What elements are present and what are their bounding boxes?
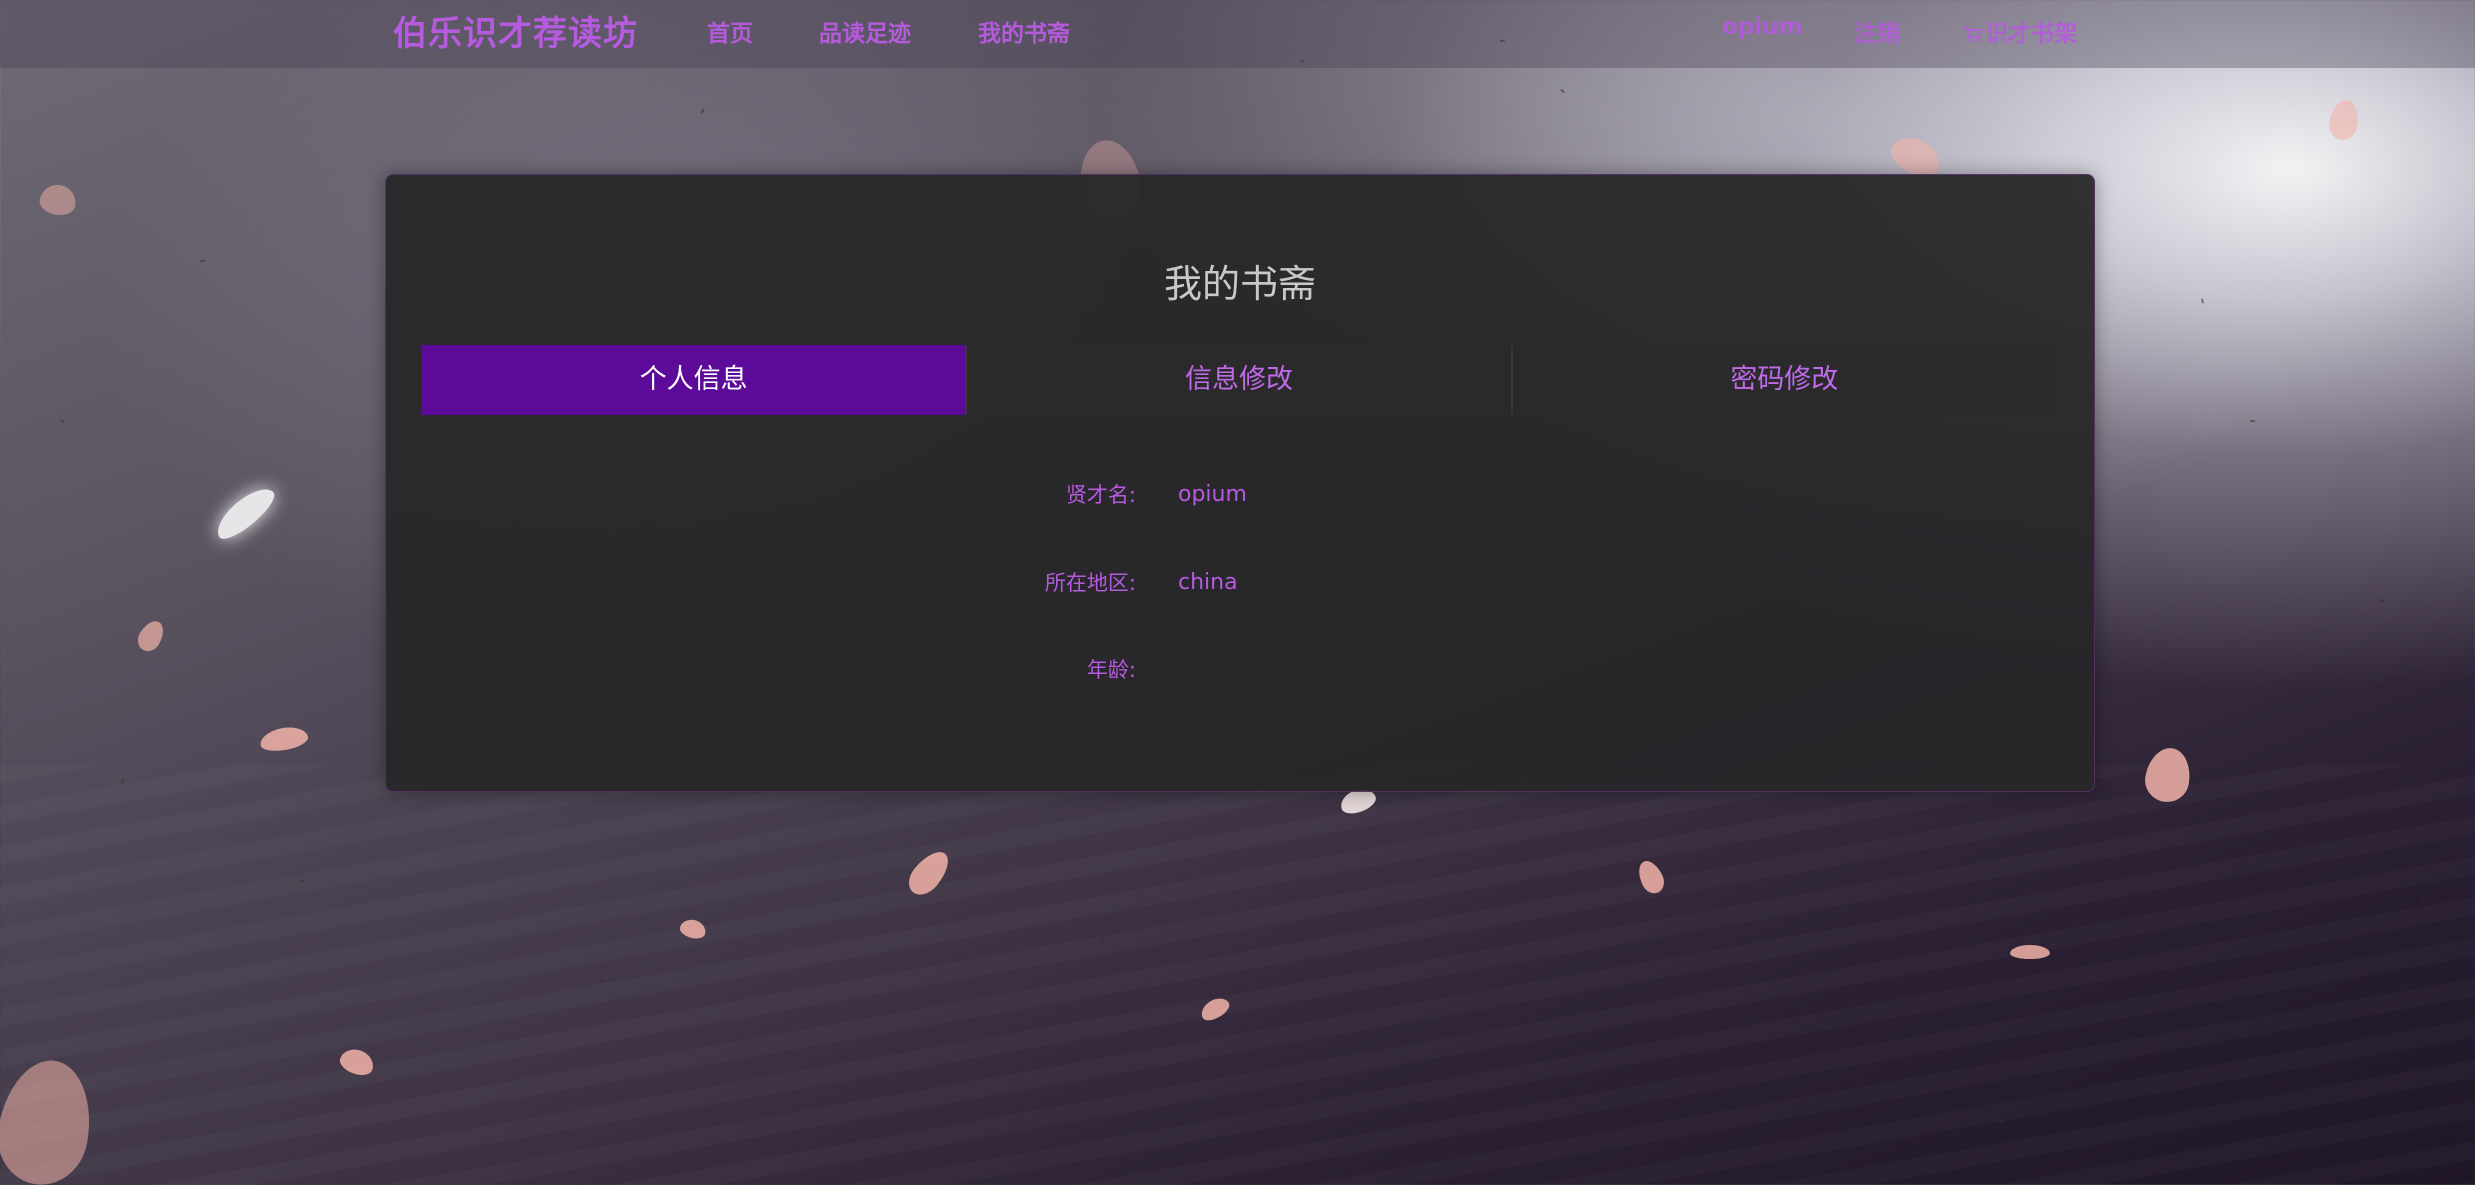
speck-decoration (599, 979, 606, 983)
tab-personal-info[interactable]: 个人信息 (422, 345, 968, 415)
my-study-panel: 我的书斋 个人信息 信息修改 密码修改 贤才名: opium 所在地区: chi… (385, 174, 2095, 792)
field-label-name: 贤才名: (1065, 483, 1136, 507)
field-row-region: 所在地区: china (386, 563, 2094, 603)
speck-decoration (59, 418, 66, 424)
page-title: 我的书斋 (1163, 262, 1316, 306)
petal-decoration (336, 1044, 378, 1080)
speck-decoration (300, 880, 305, 882)
field-value-name: opium (1178, 482, 1247, 507)
speck-decoration (2000, 1120, 2005, 1122)
speck-decoration (700, 108, 705, 114)
petal-decoration (902, 844, 956, 902)
speck-decoration (2250, 420, 2255, 422)
cart-icon (1964, 26, 1982, 43)
speck-decoration (2119, 698, 2126, 704)
petal-decoration (678, 916, 708, 942)
tab-change-password[interactable]: 密码修改 (1513, 345, 2056, 415)
top-navbar: 伯乐识才荐读坊 首页 品读足迹 我的书斋 opium 注销 识才书架 (0, 0, 2475, 68)
petal-decoration (2010, 945, 2050, 959)
speck-decoration (2200, 298, 2205, 304)
speck-decoration (1559, 88, 1566, 94)
tab-bar: 个人信息 信息修改 密码修改 (422, 345, 2056, 415)
brand-logo[interactable]: 伯乐识才荐读坊 (393, 6, 638, 55)
speck-decoration (1100, 938, 1105, 944)
nav-bookshelf-label: 识才书架 (1985, 21, 2077, 47)
petal-decoration (2141, 744, 2195, 806)
speck-decoration (200, 260, 205, 262)
nav-username[interactable]: opium (1722, 14, 1803, 40)
petal-decoration (209, 480, 281, 546)
petal-decoration (133, 616, 169, 656)
nav-logout[interactable]: 注销 (1854, 14, 1900, 48)
nav-home[interactable]: 首页 (707, 14, 753, 48)
nav-bookshelf[interactable]: 识才书架 (1963, 14, 2077, 48)
petal-decoration (258, 723, 310, 755)
speck-decoration (121, 778, 124, 784)
speck-decoration (1850, 858, 1855, 864)
petal-decoration (1633, 856, 1669, 898)
field-row-name: 贤才名: opium (386, 475, 2094, 515)
speck-decoration (899, 1048, 906, 1054)
field-label-region: 所在地区: (1044, 571, 1136, 595)
petal-decoration (1197, 993, 1233, 1025)
tab-edit-info[interactable]: 信息修改 (967, 345, 1513, 415)
petal-decoration (37, 182, 79, 218)
speck-decoration (1700, 980, 1705, 982)
field-value-region: china (1178, 570, 1238, 595)
petal-decoration (2326, 97, 2362, 143)
speck-decoration (1450, 1098, 1455, 1104)
background-streaks (0, 765, 2475, 1185)
nav-reading-trail[interactable]: 品读足迹 (819, 14, 911, 48)
field-label-age: 年龄: (1086, 658, 1136, 682)
speck-decoration (2379, 598, 2386, 604)
speck-decoration (2420, 898, 2425, 904)
nav-my-study[interactable]: 我的书斋 (978, 14, 1070, 48)
petal-decoration (0, 1053, 101, 1185)
field-row-age: 年龄: (386, 650, 2094, 690)
